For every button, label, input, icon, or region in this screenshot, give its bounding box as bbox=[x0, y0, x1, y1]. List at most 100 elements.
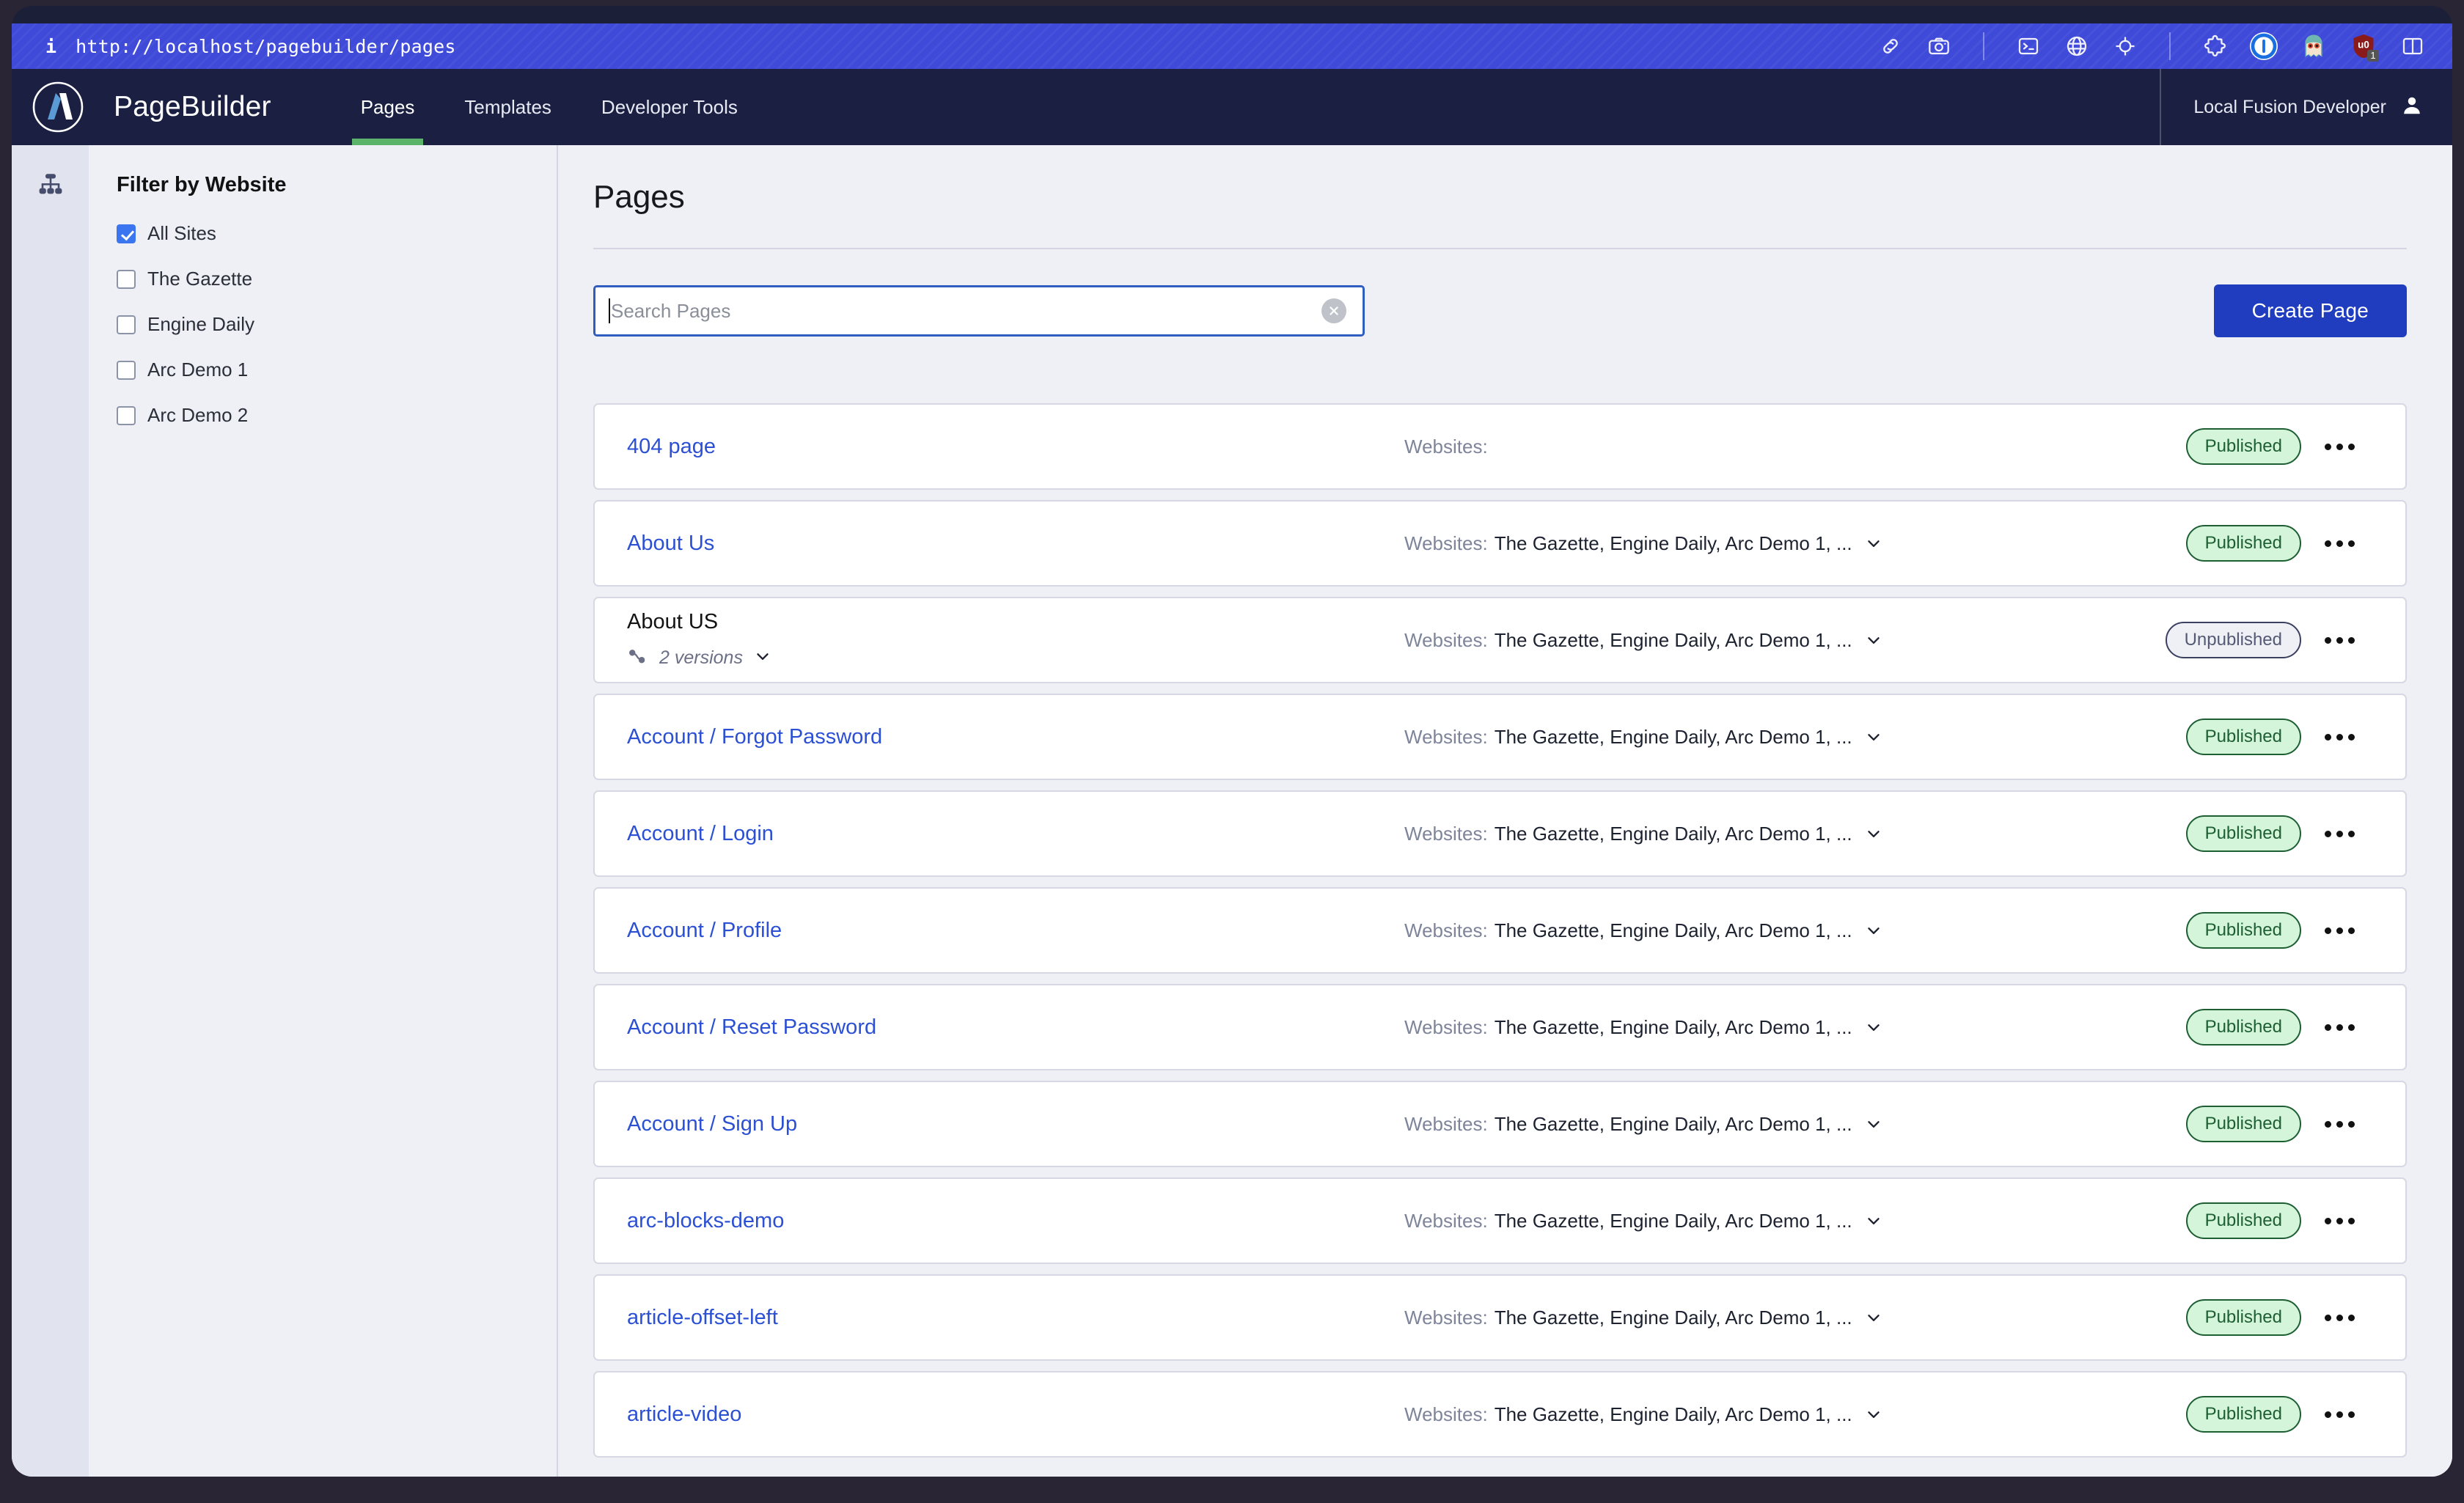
table-row[interactable]: About US 2 versions Websites: The Gazette, … bbox=[593, 597, 2407, 683]
table-row[interactable]: Account / Profile Websites: The Gazette, E… bbox=[593, 887, 2407, 974]
websites-value: The Gazette, Engine Daily, Arc Demo 1, .… bbox=[1494, 1403, 1852, 1425]
page-name-link[interactable]: About Us bbox=[627, 532, 1404, 556]
filter-option-all-sites[interactable]: All Sites bbox=[117, 222, 557, 245]
globe-icon[interactable] bbox=[2064, 33, 2090, 59]
arc-logo-icon[interactable] bbox=[32, 81, 84, 133]
status-badge: Published bbox=[2185, 719, 2301, 755]
left-rail bbox=[12, 145, 89, 1477]
table-row[interactable]: Account / Sign Up Websites: The Gazette, E… bbox=[593, 1081, 2407, 1167]
table-row[interactable]: Account / Forgot Password Websites: The Ga… bbox=[593, 694, 2407, 780]
chevron-down-icon[interactable] bbox=[1864, 1405, 1883, 1424]
table-row[interactable]: Account / Login Websites: The Gazette, Eng… bbox=[593, 790, 2407, 877]
nav-label-developer-tools: Developer Tools bbox=[601, 95, 738, 118]
chevron-down-icon[interactable] bbox=[1864, 534, 1883, 553]
more-options-icon[interactable] bbox=[2324, 927, 2355, 934]
more-options-icon[interactable] bbox=[2324, 1120, 2355, 1128]
more-options-icon[interactable] bbox=[2324, 1314, 2355, 1321]
status-cell: Published bbox=[2118, 428, 2301, 465]
row-menu-cell bbox=[2301, 1120, 2377, 1128]
ublock-extension-icon[interactable]: u0 1 bbox=[2350, 32, 2379, 62]
page-name-link[interactable]: article-offset-left bbox=[627, 1306, 1404, 1330]
chevron-down-icon[interactable] bbox=[1864, 921, 1883, 940]
camera-icon[interactable] bbox=[1926, 33, 1952, 59]
toolbar-divider-2 bbox=[2169, 32, 2171, 60]
more-options-icon[interactable] bbox=[2324, 830, 2355, 837]
clear-circle-icon[interactable] bbox=[1321, 298, 1346, 323]
onepassword-extension-icon[interactable] bbox=[2250, 32, 2278, 60]
checkbox[interactable] bbox=[117, 315, 136, 334]
nav-item-developer-tools[interactable]: Developer Tools bbox=[576, 69, 763, 145]
chevron-down-icon[interactable] bbox=[753, 647, 772, 669]
create-page-button[interactable]: Create Page bbox=[2213, 284, 2407, 337]
crosshair-icon[interactable] bbox=[2112, 33, 2138, 59]
sitemap-icon[interactable] bbox=[29, 164, 72, 207]
page-name-link[interactable]: arc-blocks-demo bbox=[627, 1209, 1404, 1233]
url-text[interactable]: http://localhost/pagebuilder/pages bbox=[76, 36, 456, 57]
websites-cell: Websites: The Gazette, Engine Daily, Arc … bbox=[1404, 1403, 2118, 1426]
page-name-link[interactable]: Account / Profile bbox=[627, 919, 1404, 943]
page-name-link[interactable]: article-video bbox=[627, 1403, 1404, 1427]
websites-label: Websites: bbox=[1404, 1112, 1488, 1135]
page-name-link[interactable]: Account / Sign Up bbox=[627, 1112, 1404, 1136]
table-row[interactable]: About Us Websites: The Gazette, Engine Dai… bbox=[593, 500, 2407, 587]
browser-shell: i http://localhost/pagebuilder/pages u0 … bbox=[0, 0, 2464, 1503]
more-options-icon[interactable] bbox=[2324, 636, 2355, 644]
more-options-icon[interactable] bbox=[2324, 1411, 2355, 1418]
chevron-down-icon[interactable] bbox=[1864, 1018, 1883, 1037]
table-row[interactable]: Account / Reset Password Websites: The Gaz… bbox=[593, 984, 2407, 1070]
table-row[interactable]: 404 page Websites: Published bbox=[593, 403, 2407, 490]
nav-item-pages[interactable]: Pages bbox=[336, 69, 440, 145]
chevron-down-icon[interactable] bbox=[1864, 1308, 1883, 1327]
checkbox[interactable] bbox=[117, 360, 136, 380]
link-icon[interactable] bbox=[1877, 33, 1904, 59]
page-name-link[interactable]: Account / Forgot Password bbox=[627, 725, 1404, 749]
filter-option-engine-daily[interactable]: Engine Daily bbox=[117, 313, 557, 336]
chevron-down-icon[interactable] bbox=[1864, 727, 1883, 746]
websites-cell: Websites: The Gazette, Engine Daily, Arc … bbox=[1404, 532, 2118, 555]
user-menu[interactable]: Local Fusion Developer bbox=[2160, 69, 2452, 145]
more-options-icon[interactable] bbox=[2324, 733, 2355, 741]
more-options-icon[interactable] bbox=[2324, 1217, 2355, 1224]
chevron-down-icon[interactable] bbox=[1864, 1211, 1883, 1230]
page-list-scroll[interactable]: 404 page Websites: Published About Us Websit… bbox=[593, 377, 2407, 1477]
filter-option-label: All Sites bbox=[147, 222, 216, 244]
status-badge: Published bbox=[2185, 525, 2301, 562]
ghostery-extension-icon[interactable] bbox=[2300, 32, 2328, 60]
websites-label: Websites: bbox=[1404, 1015, 1488, 1038]
chevron-down-icon[interactable] bbox=[1864, 824, 1883, 843]
table-row[interactable]: article-video Websites: The Gazette, Engin… bbox=[593, 1371, 2407, 1458]
info-icon: i bbox=[45, 35, 57, 57]
websites-value: The Gazette, Engine Daily, Arc Demo 1, .… bbox=[1494, 725, 1852, 748]
filter-option-the-gazette[interactable]: The Gazette bbox=[117, 268, 557, 290]
puzzle-extension-icon[interactable] bbox=[2201, 33, 2228, 59]
more-options-icon[interactable] bbox=[2324, 443, 2355, 450]
page-name-link[interactable]: Account / Reset Password bbox=[627, 1015, 1404, 1040]
filter-option-arc-demo-1[interactable]: Arc Demo 1 bbox=[117, 359, 557, 381]
checkbox[interactable] bbox=[117, 405, 136, 425]
more-options-icon[interactable] bbox=[2324, 540, 2355, 547]
search-placeholder: Search Pages bbox=[611, 299, 731, 322]
chevron-down-icon[interactable] bbox=[1864, 631, 1883, 650]
checkbox[interactable] bbox=[117, 269, 136, 289]
split-view-icon[interactable] bbox=[2399, 33, 2426, 59]
more-options-icon[interactable] bbox=[2324, 1024, 2355, 1031]
search-input[interactable]: Search Pages bbox=[593, 285, 1365, 337]
filter-option-label: Arc Demo 2 bbox=[147, 404, 249, 426]
versions-toggle[interactable]: 2 versions bbox=[627, 646, 1404, 670]
page-name-link[interactable]: 404 page bbox=[627, 435, 1404, 459]
nav-item-templates[interactable]: Templates bbox=[439, 69, 576, 145]
page-name-cell: arc-blocks-demo bbox=[627, 1209, 1404, 1233]
terminal-icon[interactable] bbox=[2015, 33, 2042, 59]
table-row[interactable]: article-offset-left Websites: The Gazette,… bbox=[593, 1274, 2407, 1361]
toolbar-divider bbox=[1983, 32, 1984, 60]
websites-cell: Websites: The Gazette, Engine Daily, Arc … bbox=[1404, 1307, 2118, 1329]
filter-option-arc-demo-2[interactable]: Arc Demo 2 bbox=[117, 404, 557, 427]
page-name-link[interactable]: Account / Login bbox=[627, 822, 1404, 846]
table-row[interactable]: arc-blocks-demo Websites: The Gazette, Eng… bbox=[593, 1177, 2407, 1264]
page-name-cell: 404 page bbox=[627, 435, 1404, 459]
checkbox[interactable] bbox=[117, 224, 136, 243]
row-menu-cell bbox=[2301, 733, 2377, 741]
chevron-down-icon[interactable] bbox=[1864, 1114, 1883, 1133]
websites-cell: Websites: The Gazette, Engine Daily, Arc … bbox=[1404, 823, 2118, 845]
websites-value: The Gazette, Engine Daily, Arc Demo 1, .… bbox=[1494, 919, 1852, 941]
